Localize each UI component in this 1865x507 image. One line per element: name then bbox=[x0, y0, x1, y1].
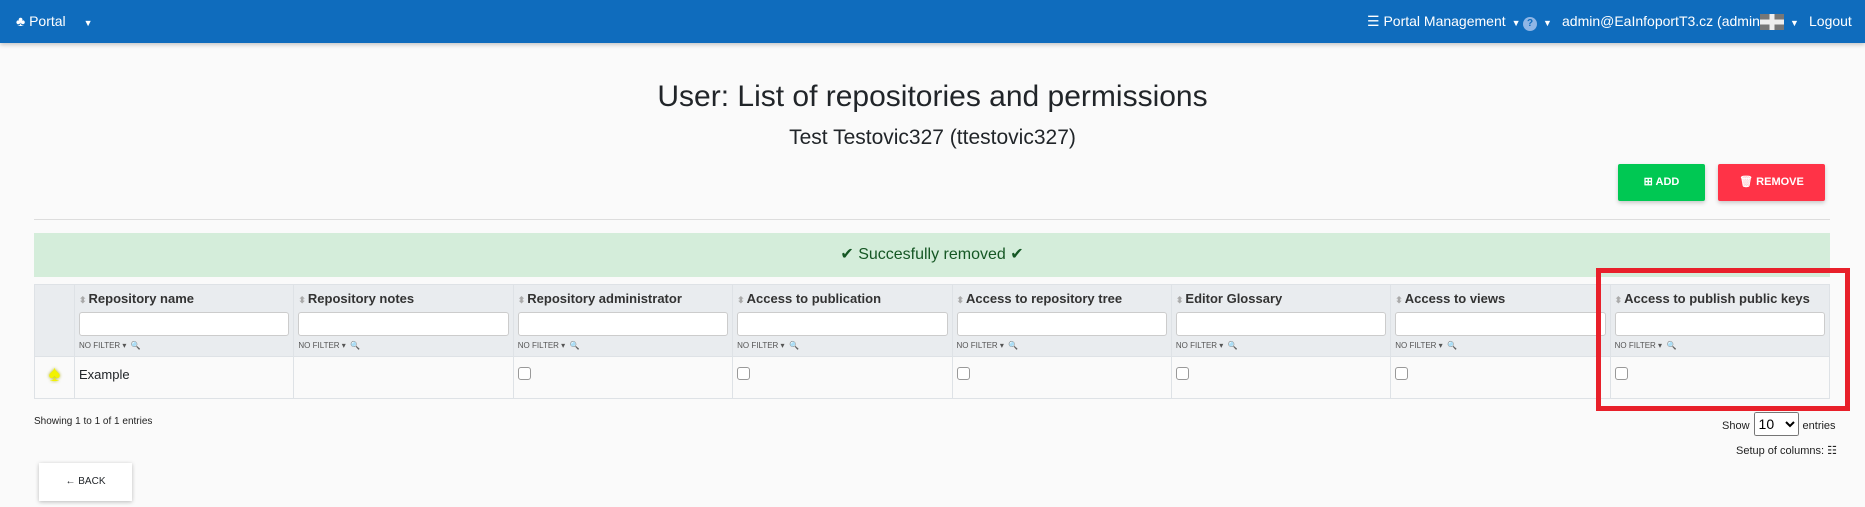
filter-type-dropdown[interactable]: NO FILTER ▾ 🔍 bbox=[957, 341, 1167, 350]
sort-icon: ⬍ bbox=[517, 295, 526, 305]
page-subtitle: Test Testovic327 (ttestovic327) bbox=[789, 126, 1076, 149]
user-menu[interactable]: admin@EaInfoportT3.cz (admin) bbox=[1562, 0, 1765, 43]
permission-cell bbox=[1609, 356, 1831, 399]
tree-icon: ♠ bbox=[48, 361, 61, 386]
sort-icon: ⬍ bbox=[956, 295, 965, 305]
permission-cell bbox=[951, 356, 1172, 399]
trash-icon: 🗑 bbox=[1739, 176, 1757, 188]
permission-checkbox[interactable] bbox=[1395, 367, 1409, 380]
column-filter-input[interactable] bbox=[517, 312, 729, 336]
table-row: ♠ Example bbox=[34, 356, 1831, 399]
entries-info: Showing 1 to 1 of 1 entries bbox=[34, 416, 153, 427]
filter-type-dropdown[interactable]: NO FILTER ▾ 🔍 bbox=[298, 341, 508, 350]
divider bbox=[34, 219, 1830, 220]
page-title: User: List of repositories and permissio… bbox=[657, 80, 1208, 113]
language-menu[interactable]: ▼ bbox=[1760, 0, 1799, 43]
plus-icon: ⊞ bbox=[1643, 176, 1656, 188]
top-navbar: ♣ Portal ▼ ☰ Portal Management ▼ ? ▼ admin@… bbox=[0, 0, 1865, 43]
setup-columns[interactable]: Setup of columns: ☷ bbox=[1736, 444, 1837, 457]
sort-icon: ⬍ bbox=[1614, 295, 1623, 305]
search-icon: 🔍 bbox=[1008, 341, 1019, 350]
column-filter-input[interactable] bbox=[1175, 312, 1387, 336]
column-filter-input[interactable] bbox=[956, 312, 1167, 336]
page-size-select[interactable]: 10 bbox=[1753, 412, 1799, 436]
icon-column-header bbox=[34, 284, 75, 357]
columns-icon: ☷ bbox=[1827, 445, 1837, 457]
check-icon: ✔ bbox=[1005, 246, 1024, 263]
column-header[interactable]: ⬍ Access to publication NO FILTER ▾ 🔍 bbox=[732, 284, 953, 357]
page-size-control: Show 10 entries bbox=[1722, 412, 1836, 438]
sort-icon: ⬍ bbox=[298, 295, 306, 305]
search-icon: 🔍 bbox=[789, 341, 799, 350]
logout-link[interactable]: Logout bbox=[1809, 0, 1852, 43]
column-header[interactable]: ⬍ Repository administrator NO FILTER ▾ 🔍 bbox=[512, 284, 734, 357]
permission-cell bbox=[1170, 356, 1392, 399]
sort-icon: ⬍ bbox=[1175, 295, 1184, 305]
search-icon: 🔍 bbox=[1666, 341, 1677, 350]
search-icon: 🔍 bbox=[350, 341, 361, 350]
help-icon: ? bbox=[1523, 17, 1537, 31]
search-icon: 🔍 bbox=[130, 341, 141, 350]
column-filter-input[interactable] bbox=[737, 312, 948, 336]
column-header[interactable]: ⬍ Access to publish public keys NO FILTER … bbox=[1609, 284, 1831, 357]
sort-icon: ⬍ bbox=[737, 295, 745, 305]
success-alert: ✔ Succesfully removed ✔ bbox=[34, 233, 1830, 277]
search-icon: 🔍 bbox=[1447, 341, 1458, 350]
sort-icon: ⬍ bbox=[1395, 295, 1403, 305]
tree-icon: ♣ bbox=[16, 13, 30, 29]
chevron-down-icon: ▼ bbox=[83, 18, 93, 28]
column-header[interactable]: ⬍ Access to repository tree NO FILTER ▾ 🔍 bbox=[951, 284, 1172, 357]
column-header[interactable]: ⬍ Editor Glossary NO FILTER ▾ 🔍 bbox=[1170, 284, 1392, 357]
column-filter-input[interactable] bbox=[298, 312, 509, 336]
row-icon-cell: ♠ bbox=[34, 356, 75, 399]
repository-notes-cell bbox=[293, 356, 514, 399]
remove-button[interactable]: 🗑 REMOVE bbox=[1718, 164, 1825, 201]
permission-cell bbox=[512, 356, 734, 399]
uk-flag-icon bbox=[1760, 14, 1784, 31]
permission-cell bbox=[732, 356, 953, 399]
column-filter-input[interactable] bbox=[1614, 312, 1825, 336]
column-filter-input[interactable] bbox=[79, 312, 290, 336]
permission-checkbox[interactable] bbox=[956, 367, 970, 380]
chevron-down-icon: ▼ bbox=[1790, 18, 1799, 28]
filter-type-dropdown[interactable]: NO FILTER ▾ 🔍 bbox=[79, 341, 289, 350]
column-header[interactable]: ⬍ Repository notes NO FILTER ▾ 🔍 bbox=[293, 284, 514, 357]
portal-management-menu[interactable]: ☰ Portal Management ▼ bbox=[1367, 0, 1521, 43]
portal-menu[interactable]: ♣ Portal ▼ bbox=[16, 0, 93, 43]
permission-cell bbox=[1390, 356, 1611, 399]
list-icon: ☰ bbox=[1367, 13, 1384, 29]
chevron-down-icon: ▼ bbox=[1543, 18, 1552, 28]
search-icon: 🔍 bbox=[1227, 341, 1238, 350]
back-button[interactable]: ← BACK bbox=[39, 463, 132, 501]
repository-name-cell: Example bbox=[73, 356, 295, 399]
chevron-down-icon: ▼ bbox=[1511, 18, 1521, 28]
column-filter-input[interactable] bbox=[1395, 312, 1606, 336]
filter-type-dropdown[interactable]: NO FILTER ▾ 🔍 bbox=[518, 341, 728, 350]
filter-type-dropdown[interactable]: NO FILTER ▾ 🔍 bbox=[1615, 341, 1825, 350]
help-menu[interactable]: ? ▼ bbox=[1523, 0, 1552, 43]
check-icon: ✔ bbox=[840, 246, 859, 263]
permission-checkbox[interactable] bbox=[1614, 367, 1628, 380]
permission-checkbox[interactable] bbox=[1175, 367, 1189, 380]
filter-type-dropdown[interactable]: NO FILTER ▾ 🔍 bbox=[737, 341, 947, 350]
search-icon: 🔍 bbox=[569, 341, 580, 350]
sort-icon: ⬍ bbox=[79, 295, 87, 305]
filter-type-dropdown[interactable]: NO FILTER ▾ 🔍 bbox=[1176, 341, 1386, 350]
column-header[interactable]: ⬍ Repository name NO FILTER ▾ 🔍 bbox=[73, 284, 295, 357]
arrow-left-icon: ← bbox=[65, 476, 79, 487]
filter-type-dropdown[interactable]: NO FILTER ▾ 🔍 bbox=[1395, 341, 1605, 350]
permission-checkbox[interactable] bbox=[517, 367, 531, 380]
add-button[interactable]: ⊞ ADD bbox=[1618, 164, 1705, 201]
permission-checkbox[interactable] bbox=[737, 367, 751, 380]
repositories-table: ⬍ Repository name NO FILTER ▾ 🔍 ⬍ Repository… bbox=[34, 284, 1831, 399]
column-header[interactable]: ⬍ Access to views NO FILTER ▾ 🔍 bbox=[1390, 284, 1611, 357]
